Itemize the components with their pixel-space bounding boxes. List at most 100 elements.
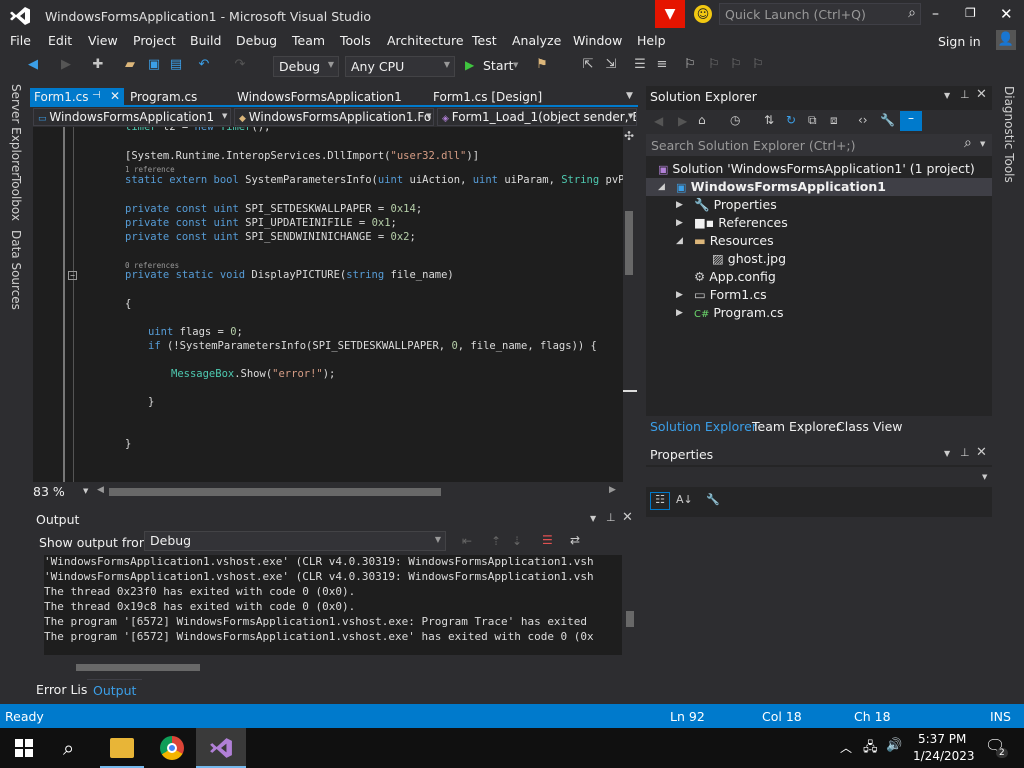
properties-node[interactable]: 🔧 Properties xyxy=(694,197,777,213)
open-file-icon[interactable]: ▰ xyxy=(122,57,138,73)
split-icon[interactable]: ✣ xyxy=(624,129,634,143)
show-all-files-icon[interactable]: ⧈ xyxy=(830,113,838,128)
type-dropdown[interactable]: ◆ WindowsFormsApplication1.Fo xyxy=(234,108,434,126)
scroll-thumb[interactable] xyxy=(626,611,634,627)
bookmark-icon[interactable]: ⚐ xyxy=(682,57,698,73)
save-icon[interactable]: ▣ xyxy=(146,57,162,73)
tab-class-view[interactable]: Class View xyxy=(836,419,903,434)
step-into-icon[interactable]: ⇲ xyxy=(603,57,619,73)
comment-out-icon[interactable]: ☰ xyxy=(632,57,648,73)
menu-view[interactable]: View xyxy=(88,33,118,48)
menu-help[interactable]: Help xyxy=(637,33,666,48)
account-avatar-icon[interactable]: 👤 xyxy=(996,30,1016,50)
clear-all-icon[interactable]: ☰ xyxy=(542,533,553,547)
pin-icon[interactable]: ⊥ xyxy=(606,511,616,524)
expanded-arrow-icon[interactable]: ◢ xyxy=(658,182,665,192)
search-icon[interactable]: ⌕ xyxy=(908,5,916,21)
close-button[interactable]: ✕ xyxy=(1000,5,1016,23)
redo-icon[interactable]: ↷ xyxy=(232,57,248,73)
close-icon[interactable]: ✕ xyxy=(976,87,987,102)
output-text[interactable]: 'WindowsFormsApplication1.vshost.exe' (C… xyxy=(44,555,622,655)
view-code-icon[interactable]: ‹› xyxy=(858,113,868,127)
properties-wrench-icon[interactable]: 🔧 xyxy=(880,113,895,127)
visual-studio-taskbar-icon[interactable] xyxy=(196,728,246,768)
menu-test[interactable]: Test xyxy=(472,33,497,48)
categorized-icon[interactable]: ☷ xyxy=(650,492,670,510)
undo-icon[interactable]: ↶ xyxy=(196,57,212,73)
menu-team[interactable]: Team xyxy=(292,33,325,48)
chevron-down-icon[interactable]: ▼ xyxy=(590,514,596,523)
tab-output[interactable]: Output xyxy=(87,679,143,699)
find-message-icon[interactable]: ⇤ xyxy=(462,534,472,548)
ghost-jpg-node[interactable]: ▨ ghost.jpg xyxy=(712,251,786,266)
menu-build[interactable]: Build xyxy=(190,33,221,48)
app-config-node[interactable]: ⚙ App.config xyxy=(694,269,776,284)
program-cs-node[interactable]: C# Program.cs xyxy=(694,305,783,320)
project-node[interactable]: ▣ WindowsFormsApplication1 xyxy=(676,179,886,194)
home-icon[interactable]: ⌂ xyxy=(698,113,706,127)
navigate-back-icon[interactable]: ◀ xyxy=(25,57,41,73)
quick-launch-input[interactable]: Quick Launch (Ctrl+Q) xyxy=(725,7,866,22)
volume-icon[interactable]: 🔊 xyxy=(886,738,902,753)
editor-vertical-scrollbar[interactable]: ✣ xyxy=(623,127,638,482)
start-debugging-button[interactable]: ▶ Start ▼ xyxy=(463,56,523,76)
next-message-icon[interactable]: ⇣ xyxy=(512,534,522,548)
chevron-down-icon[interactable]: ▼ xyxy=(980,140,985,148)
collapsed-arrow-icon[interactable]: ▶ xyxy=(676,290,683,300)
solution-platform-dropdown[interactable]: Any CPU ▼ xyxy=(345,56,455,77)
menu-edit[interactable]: Edit xyxy=(48,33,72,48)
chevron-down-icon[interactable]: ▼ xyxy=(944,449,950,458)
scroll-right-icon[interactable]: ▶ xyxy=(609,485,616,495)
feedback-flag-icon[interactable]: ▼ xyxy=(655,0,685,28)
toolbox-tab[interactable]: Toolbox xyxy=(9,176,23,221)
menu-file[interactable]: File xyxy=(10,33,31,48)
chrome-icon[interactable] xyxy=(160,736,184,760)
chevron-down-icon[interactable]: ▼ xyxy=(83,487,88,495)
pin-icon[interactable]: ⊣ xyxy=(92,90,101,101)
project-dropdown[interactable]: ▭ WindowsFormsApplication1 xyxy=(33,108,231,126)
clock-time[interactable]: 5:37 PM xyxy=(918,732,966,746)
object-selector-dropdown[interactable]: ▼ xyxy=(646,467,992,487)
member-dropdown[interactable]: ◈ Form1_Load_1(object sender, E xyxy=(437,108,637,126)
word-wrap-icon[interactable]: ⇄ xyxy=(570,533,580,547)
file-explorer-icon[interactable] xyxy=(110,738,134,758)
solution-search-box[interactable]: Search Solution Explorer (Ctrl+;) ⌕ ▼ xyxy=(646,134,992,156)
form1-cs-node[interactable]: ▭ Form1.cs xyxy=(694,287,767,302)
quick-launch-box[interactable]: Quick Launch (Ctrl+Q) ⌕ xyxy=(719,3,921,25)
alphabetical-icon[interactable]: A↓ xyxy=(676,493,693,506)
smiley-feedback-icon[interactable]: ☺ xyxy=(694,5,712,23)
forward-icon[interactable]: ▶ xyxy=(678,114,687,128)
network-icon[interactable]: 🖧 xyxy=(863,738,878,760)
property-pages-icon[interactable]: 🔧 xyxy=(706,493,720,506)
bookmark-prev-icon[interactable]: ⚐ xyxy=(706,57,722,73)
pending-changes-icon[interactable]: ◷ xyxy=(730,113,740,127)
back-icon[interactable]: ◀ xyxy=(654,114,663,128)
server-explorer-tab[interactable]: Server Explorer xyxy=(9,84,23,177)
pin-icon[interactable]: ⊥ xyxy=(960,446,970,459)
outline-collapse-icon[interactable]: − xyxy=(68,271,77,280)
navigate-forward-icon[interactable]: ▶ xyxy=(58,57,74,73)
prev-message-icon[interactable]: ⇡ xyxy=(491,534,501,548)
solution-node[interactable]: ▣ Solution 'WindowsFormsApplication1' (1… xyxy=(658,161,975,176)
search-icon[interactable]: ⌕ xyxy=(964,135,972,151)
scroll-thumb[interactable] xyxy=(76,664,200,671)
menu-analyze[interactable]: Analyze xyxy=(512,33,561,48)
zoom-level[interactable]: 83 % xyxy=(33,484,65,499)
bookmark-next-icon[interactable]: ⚐ xyxy=(728,57,744,73)
scroll-left-icon[interactable]: ◀ xyxy=(97,485,104,495)
collapse-all-icon[interactable]: ⧉ xyxy=(808,113,817,128)
collapsed-arrow-icon[interactable]: ▶ xyxy=(676,218,683,228)
horizontal-scroll-thumb[interactable] xyxy=(109,488,441,496)
restore-button[interactable]: ❐ xyxy=(965,6,981,22)
codelens-reference[interactable]: 1 reference xyxy=(125,165,175,174)
clock-date[interactable]: 1/24/2023 xyxy=(913,749,975,763)
find-in-files-icon[interactable]: ⚑ xyxy=(534,57,550,73)
tab-overflow-icon[interactable]: ▼ xyxy=(626,91,633,101)
code-editor[interactable]: − timer t2 = new Timer(); [System.Runtim… xyxy=(33,127,623,482)
tab-team-explorer[interactable]: Team Explorer xyxy=(752,419,841,434)
output-vertical-scrollbar[interactable] xyxy=(624,555,636,655)
refresh-icon[interactable]: ↻ xyxy=(786,113,796,127)
close-icon[interactable]: ✕ xyxy=(622,510,633,525)
menu-debug[interactable]: Debug xyxy=(236,33,277,48)
chevron-down-icon[interactable]: ▼ xyxy=(944,91,950,100)
